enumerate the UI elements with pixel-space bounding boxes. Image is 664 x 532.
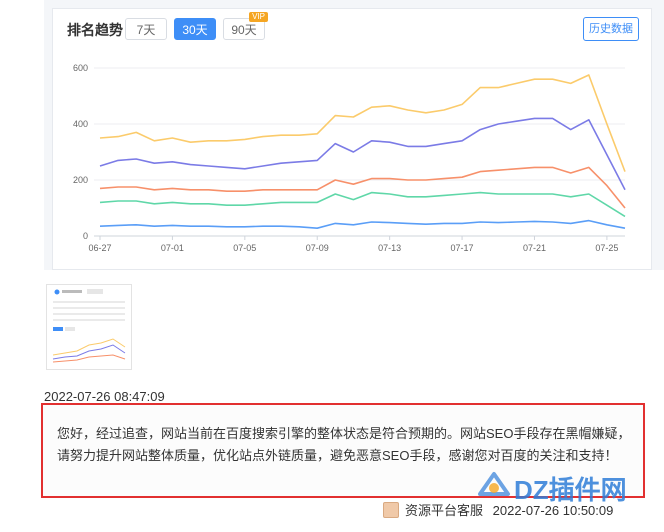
ranking-trend-chart: 0 200 400 600 06-27 07-01 07-05 07-09 07-13 07-17… [73,63,626,253]
message-text: 您好，经过追查，网站当前在百度搜索引擎的整体状态是符合预期的。网站SEO手段存在… [57,426,631,463]
series-line-4 [99,191,626,218]
tab-7-days[interactable]: 7天 [125,18,167,40]
x-tick-label: 07-01 [161,243,184,253]
watermark-logo-icon [478,472,510,496]
tab-90-days-label: 90天 [231,23,257,37]
y-tick-label: 600 [73,63,88,73]
message-timestamp: 2022-07-26 08:47:09 [44,389,165,404]
x-tick-label: 07-17 [451,243,474,253]
card-title: 排名趋势 [67,22,123,38]
vip-badge: VIP [249,12,268,22]
left-gutter [0,0,44,532]
y-tick-label: 0 [83,231,88,241]
x-tick-label: 07-13 [378,243,401,253]
history-data-button[interactable]: 历史数据 [583,17,639,41]
series-line-1 [99,74,626,172]
thumbnail-image [47,285,131,369]
screenshot-thumbnail[interactable] [46,284,132,370]
watermark-text: DZ插件网 [514,475,627,505]
x-tick-label: 07-25 [595,243,618,253]
avatar [383,502,399,518]
series-line-3 [99,166,626,209]
x-tick-label: 07-05 [233,243,256,253]
tab-30-days[interactable]: 30天 [174,18,216,40]
y-tick-label: 200 [73,175,88,185]
series-line-2 [99,117,626,191]
x-tick-label: 07-21 [523,243,546,253]
y-tick-label: 400 [73,119,88,129]
watermark: DZ插件网 [470,468,660,508]
x-tick-label: 06-27 [88,243,111,253]
tab-90-days[interactable]: 90天 VIP [223,12,268,40]
series-line-5 [99,219,626,229]
x-tick-label: 07-09 [306,243,329,253]
